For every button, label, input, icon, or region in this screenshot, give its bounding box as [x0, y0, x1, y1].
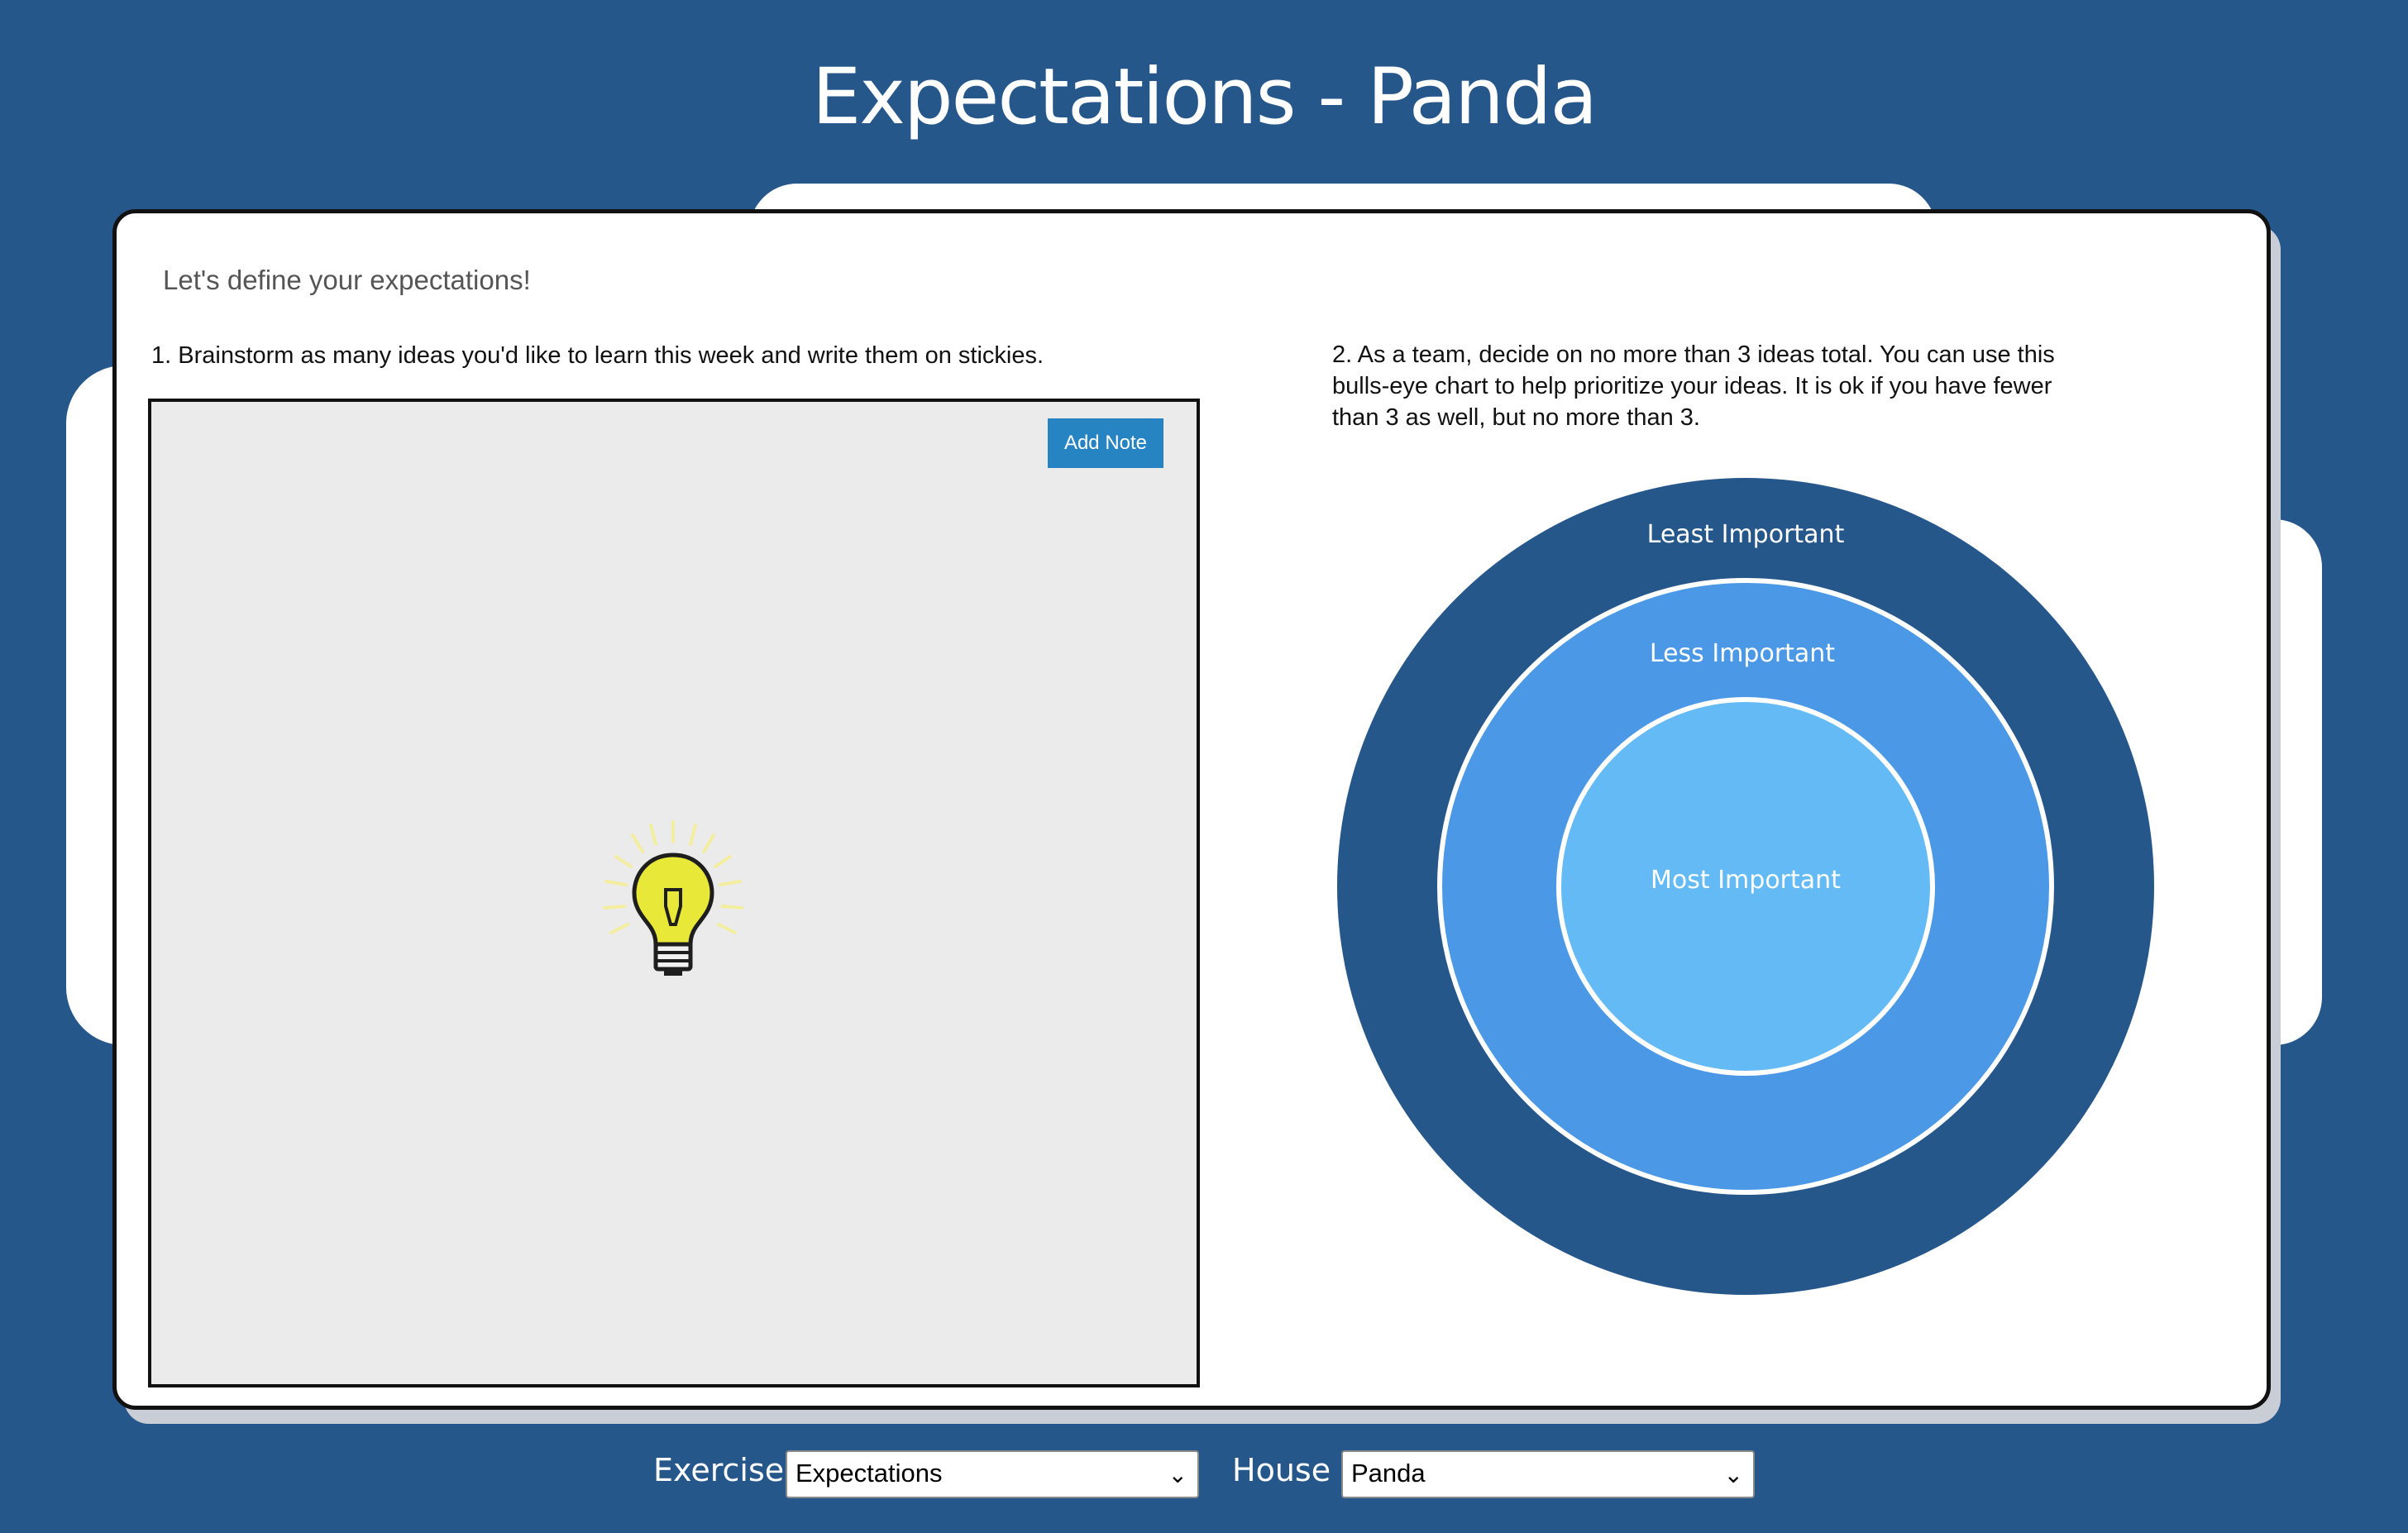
- chevron-down-icon: ⌄: [1723, 1462, 1743, 1488]
- exercise-select[interactable]: Expectations ⌄: [786, 1450, 1199, 1498]
- house-label: House: [1232, 1452, 1331, 1488]
- page-title: Expectations - Panda: [811, 52, 1598, 142]
- exercise-label: Exercise: [653, 1452, 785, 1488]
- step-1-instructions: 1. Brainstorm as many ideas you'd like t…: [151, 342, 1044, 369]
- less-important-label: Less Important: [1650, 639, 1835, 668]
- exercise-select-value: Expectations: [796, 1459, 943, 1488]
- most-important-label: Most Important: [1651, 866, 1841, 895]
- add-note-button[interactable]: Add Note: [1048, 418, 1163, 468]
- house-select[interactable]: Panda ⌄: [1341, 1450, 1755, 1498]
- exercise-card: Let's define your expectations! 1. Brain…: [112, 209, 2271, 1410]
- sticky-note-board[interactable]: Add Note: [148, 399, 1200, 1387]
- chevron-down-icon: ⌄: [1168, 1462, 1187, 1488]
- house-select-value: Panda: [1351, 1459, 1426, 1488]
- step-2-instructions: 2. As a team, decide on no more than 3 i…: [1332, 341, 2055, 431]
- least-important-label: Least Important: [1647, 520, 1845, 549]
- bullseye-chart: Least Important Less Important Most Impo…: [1337, 478, 2154, 1295]
- lightbulb-icon: [603, 820, 743, 976]
- intro-text: Let's define your expectations!: [163, 265, 531, 295]
- footer-controls: Exercise Expectations ⌄ House Panda ⌄: [0, 1449, 2408, 1502]
